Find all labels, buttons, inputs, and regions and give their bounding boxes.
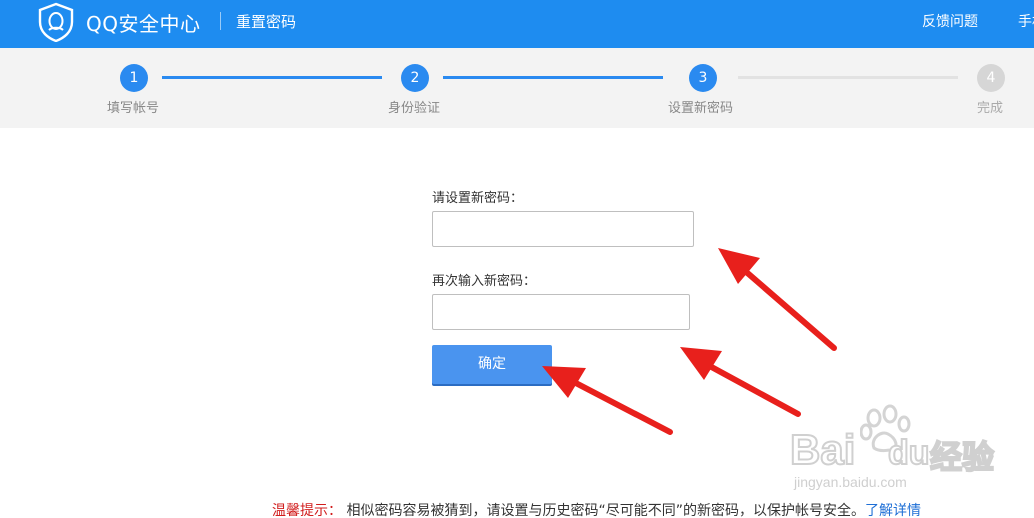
arrow-to-new-password-icon (718, 248, 837, 351)
arrow-to-confirm-password-icon (680, 347, 801, 417)
arrow-to-confirm-button-icon (542, 366, 673, 435)
annotation-arrows (542, 248, 837, 435)
